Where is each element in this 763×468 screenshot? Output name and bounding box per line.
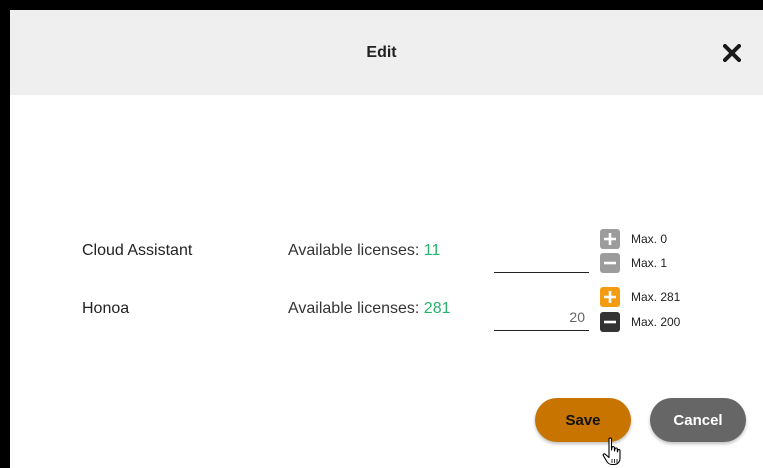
quantity-input-cloud-assistant[interactable] (494, 245, 589, 273)
max-minus-cloud-assistant: Max. 1 (631, 256, 668, 270)
available-licenses-label: Available licenses: (288, 300, 420, 317)
minus-icon[interactable] (600, 312, 620, 332)
edit-dialog: Edit Cloud Assistant Available licenses:… (10, 10, 763, 468)
dialog-title: Edit (366, 44, 397, 61)
available-licenses-count: 11 (423, 242, 441, 259)
minus-icon[interactable] (600, 253, 620, 273)
license-name-honoa: Honoa (82, 300, 130, 317)
plus-icon[interactable] (600, 287, 620, 307)
available-licenses-count: 281 (423, 300, 451, 317)
max-minus-honoa: Max. 200 (631, 315, 681, 329)
plus-icon[interactable] (600, 229, 620, 249)
available-licenses-label: Available licenses: (288, 242, 420, 259)
cancel-button[interactable]: Cancel (650, 398, 746, 442)
license-name-cloud-assistant: Cloud Assistant (82, 242, 193, 259)
available-licenses-honoa: Available licenses: 281 (288, 300, 451, 318)
close-icon[interactable] (722, 43, 742, 63)
max-plus-honoa: Max. 281 (631, 290, 681, 304)
max-plus-cloud-assistant: Max. 0 (631, 232, 668, 246)
quantity-input-honoa[interactable] (494, 303, 589, 331)
available-licenses-cloud-assistant: Available licenses: 11 (288, 242, 440, 260)
dialog-header: Edit (10, 10, 763, 95)
hand-pointer-icon (602, 437, 624, 467)
save-button[interactable]: Save (535, 398, 631, 442)
